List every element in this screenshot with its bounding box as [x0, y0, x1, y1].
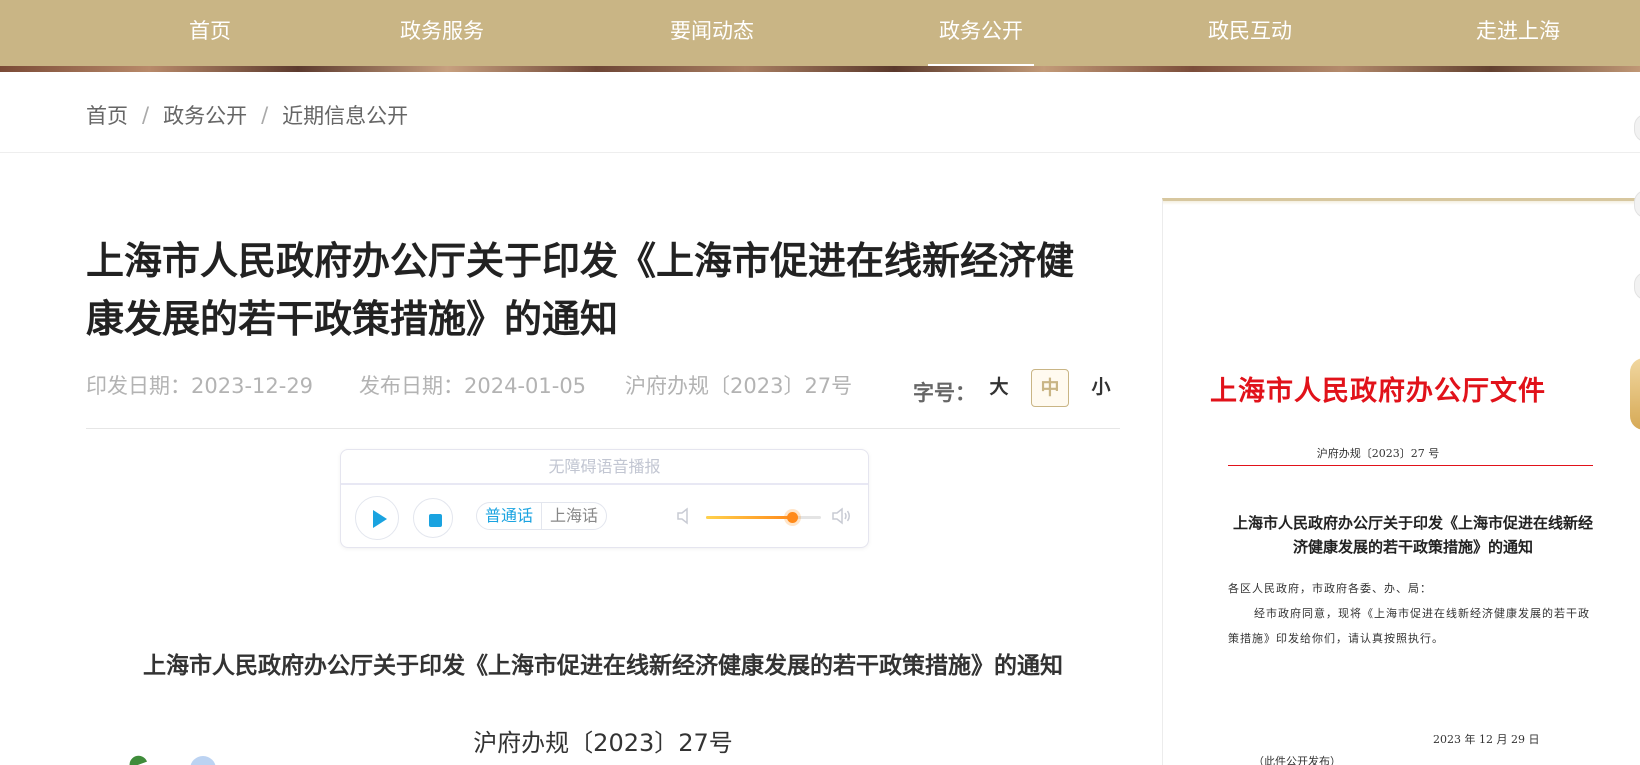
volume-high-icon[interactable] — [830, 505, 852, 527]
language-shanghainese[interactable]: 上海话 — [542, 503, 606, 529]
banner-strip — [0, 66, 1640, 72]
font-size-medium-button[interactable]: 中 — [1031, 369, 1069, 407]
language-mandarin[interactable]: 普通话 — [477, 503, 543, 529]
volume-knob[interactable] — [787, 512, 799, 523]
breadcrumb: 首页 / 政务公开 / 近期信息公开 — [86, 98, 408, 132]
preview-recipients: 各区人民政府，市政府各委、办、局： — [1228, 582, 1432, 595]
stop-icon — [429, 514, 442, 527]
top-nav: 首页 政务服务 要闻动态 政务公开 政民互动 走进上海 — [0, 0, 1640, 72]
breadcrumb-divider — [0, 152, 1640, 153]
nav-item-interaction[interactable]: 政民互动 — [1205, 14, 1295, 48]
preview-title: 上海市人民政府办公厅关于印发《上海市促进在线新经济健康发展的若干政策措施》的通知 — [1233, 514, 1594, 556]
volume-fill — [706, 516, 793, 519]
article-doc-number: 沪府办规〔2023〕27号 — [473, 729, 733, 757]
font-size-large-button[interactable]: 大 — [980, 369, 1018, 407]
document-preview[interactable]: 上海市人民政府办公厅文件 沪府办规〔2023〕27 号 上海市人民政府办公厅关于… — [1162, 198, 1640, 765]
article-title: 上海市人民政府办公厅关于印发《上海市促进在线新经济健康发展的若干政策措施》的通知 — [86, 239, 1075, 341]
breadcrumb-current[interactable]: 近期信息公开 — [282, 100, 408, 130]
nav-item-news[interactable]: 要闻动态 — [667, 14, 757, 48]
breadcrumb-home[interactable]: 首页 — [86, 100, 128, 130]
preview-paragraph: 经市政府同意，现将《上海市促进在线新经济健康发展的若干政策措施》印发给你们，请认… — [1228, 607, 1590, 645]
nav-item-gov-open[interactable]: 政务公开 — [928, 14, 1034, 70]
breadcrumb-gov-open[interactable]: 政务公开 — [163, 100, 247, 130]
doc-number: 沪府办规〔2023〕27号 — [625, 374, 853, 398]
preview-ref: 沪府办规〔2023〕27 号 — [1316, 447, 1440, 460]
stop-button[interactable] — [413, 498, 453, 538]
preview-footnote: （此件公开发布） — [1253, 755, 1341, 765]
preview-header: 上海市人民政府办公厅文件 — [1210, 376, 1546, 407]
nav-item-home[interactable]: 首页 — [172, 14, 248, 48]
publish-date: 发布日期：2024-01-05 — [359, 374, 587, 398]
audio-player: 无障碍语音播报 普通话 上海话 — [340, 449, 869, 548]
volume-slider[interactable] — [706, 512, 821, 523]
play-button[interactable] — [355, 496, 399, 540]
nav-item-services[interactable]: 政务服务 — [397, 14, 487, 48]
issue-date: 印发日期：2023-12-29 — [86, 374, 314, 398]
preview-date: 2023 年 12 月 29 日 — [1433, 733, 1540, 746]
nav-item-about-shanghai[interactable]: 走进上海 — [1473, 14, 1563, 48]
language-toggle: 普通话 上海话 — [476, 502, 608, 530]
breadcrumb-separator: / — [261, 103, 269, 127]
side-widget-mascot[interactable] — [1630, 358, 1640, 430]
breadcrumb-separator: / — [142, 103, 150, 127]
volume-low-icon[interactable] — [674, 505, 696, 527]
article-subtitle: 上海市人民政府办公厅关于印发《上海市促进在线新经济健康发展的若干政策措施》的通知 — [143, 653, 1063, 679]
font-size-label: 字号： — [913, 381, 976, 405]
preview-top-shade — [1163, 201, 1640, 205]
meta-divider — [86, 428, 1120, 429]
side-widget-button[interactable] — [1634, 114, 1640, 142]
preview-red-rule — [1228, 465, 1593, 466]
player-title: 无障碍语音播报 — [341, 450, 868, 485]
preview-body: 各区人民政府，市政府各委、办、局： 经市政府同意，现将《上海市促进在线新经济健康… — [1228, 576, 1598, 651]
play-icon — [373, 510, 387, 528]
font-size-small-button[interactable]: 小 — [1082, 369, 1120, 407]
